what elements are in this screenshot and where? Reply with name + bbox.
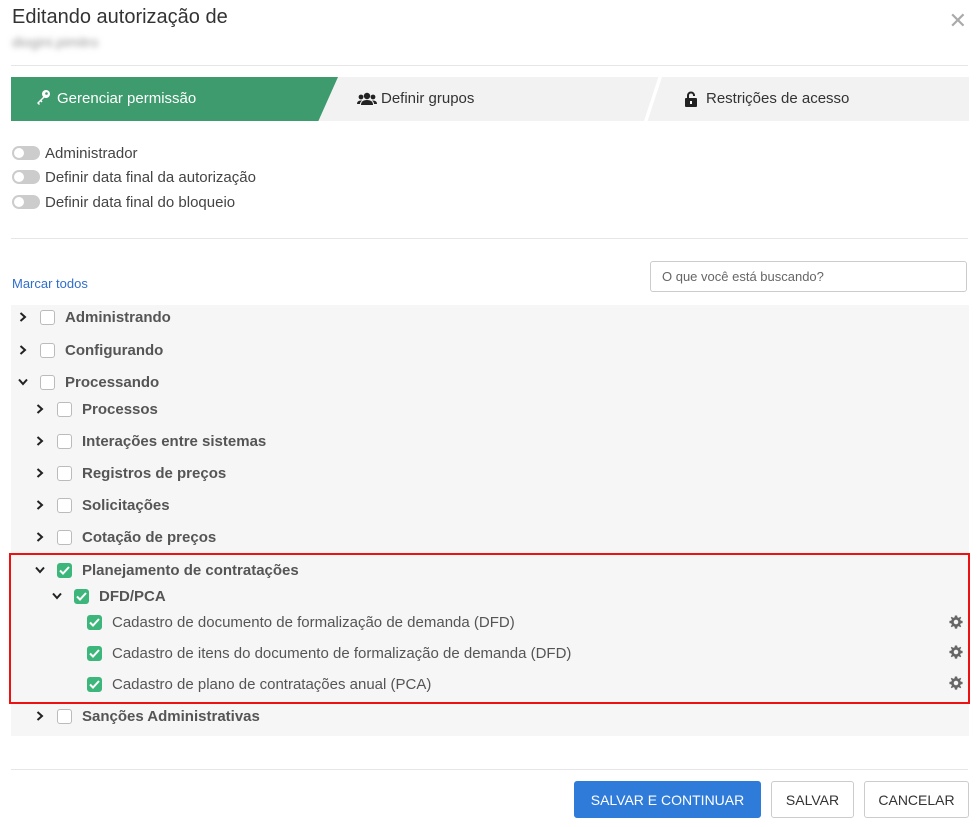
divider: [11, 769, 968, 770]
save-continue-button[interactable]: SALVAR E CONTINUAR: [574, 781, 761, 818]
checkbox[interactable]: [40, 309, 55, 325]
checkbox[interactable]: [57, 497, 72, 513]
key-icon: [37, 90, 50, 105]
highlight-box: [9, 553, 970, 704]
tree-node-registros: Registros de preços: [33, 461, 226, 485]
node-label: Registros de preços: [82, 464, 227, 482]
checkbox[interactable]: [57, 529, 72, 545]
chevron-down-icon[interactable]: [16, 375, 30, 389]
node-label: Administrando: [65, 308, 171, 326]
tree-node-processos: Processos: [33, 397, 158, 421]
checkbox[interactable]: [57, 708, 72, 724]
node-label: Configurando: [65, 341, 164, 359]
search-input[interactable]: [650, 261, 967, 292]
tree-node-processando: Processando: [16, 370, 159, 394]
node-label: Sanções Administrativas: [82, 707, 260, 725]
chevron-right-icon[interactable]: [33, 530, 47, 544]
tree-node-administrando: Administrando: [16, 305, 171, 329]
toggle-label: Definir data final da autorização: [45, 168, 256, 186]
tree-node-solicitacoes: Solicitações: [33, 493, 170, 517]
toggle-switch[interactable]: [12, 195, 40, 209]
node-label: Processos: [82, 400, 158, 418]
toggle-administrador[interactable]: Administrador: [12, 143, 138, 163]
toggle-data-final-bloqueio[interactable]: Definir data final do bloqueio: [12, 192, 235, 212]
toggle-label: Definir data final do bloqueio: [45, 193, 236, 211]
toggle-label: Administrador: [45, 144, 138, 162]
toggle-switch[interactable]: [12, 146, 40, 160]
chevron-right-icon[interactable]: [16, 310, 30, 324]
tree-node-cotacao: Cotação de preços: [33, 525, 216, 549]
lock-icon: [685, 91, 697, 107]
tab-label: Gerenciar permissão: [57, 90, 197, 107]
tab-separator: [644, 77, 662, 121]
dialog-title: Editando autorização de: [12, 6, 228, 28]
node-label: Interações entre sistemas: [82, 432, 267, 450]
chevron-right-icon[interactable]: [33, 498, 47, 512]
node-label: Processando: [65, 373, 160, 391]
checkbox[interactable]: [40, 374, 55, 390]
checkbox[interactable]: [57, 401, 72, 417]
chevron-right-icon[interactable]: [16, 343, 30, 357]
cancel-button[interactable]: CANCELAR: [864, 781, 969, 818]
chevron-right-icon[interactable]: [33, 402, 47, 416]
divider: [11, 65, 968, 66]
divider: [11, 238, 968, 239]
checkbox[interactable]: [40, 342, 55, 358]
tab-gerenciar-permissao[interactable]: Gerenciar permissão: [11, 77, 338, 121]
toggle-switch[interactable]: [12, 170, 40, 184]
user-name: diogini.pimitro: [12, 34, 99, 50]
checkbox[interactable]: [57, 433, 72, 449]
node-label: Cotação de preços: [82, 528, 217, 546]
tab-label: Restrições de acesso: [706, 90, 850, 107]
tab-bar: Gerenciar permissão Definir grupos Restr…: [11, 77, 969, 121]
chevron-right-icon[interactable]: [33, 709, 47, 723]
tree-node-interacoes: Interações entre sistemas: [33, 429, 266, 453]
chevron-right-icon[interactable]: [33, 434, 47, 448]
tab-definir-grupos[interactable]: Definir grupos: [351, 77, 641, 121]
tree-node-configurando: Configurando: [16, 338, 163, 362]
chevron-right-icon[interactable]: [33, 466, 47, 480]
tree-node-sancoes: Sanções Administrativas: [33, 704, 260, 728]
users-icon: [357, 92, 377, 105]
close-icon[interactable]: ✕: [949, 8, 967, 34]
node-label: Solicitações: [82, 496, 170, 514]
tab-restricoes-acesso[interactable]: Restrições de acesso: [671, 77, 969, 121]
save-button[interactable]: SALVAR: [771, 781, 854, 818]
toggle-data-final-autorizacao[interactable]: Definir data final da autorização: [12, 167, 256, 187]
checkbox[interactable]: [57, 465, 72, 481]
tab-label: Definir grupos: [381, 90, 475, 107]
marcar-todos-link[interactable]: Marcar todos: [12, 276, 88, 291]
